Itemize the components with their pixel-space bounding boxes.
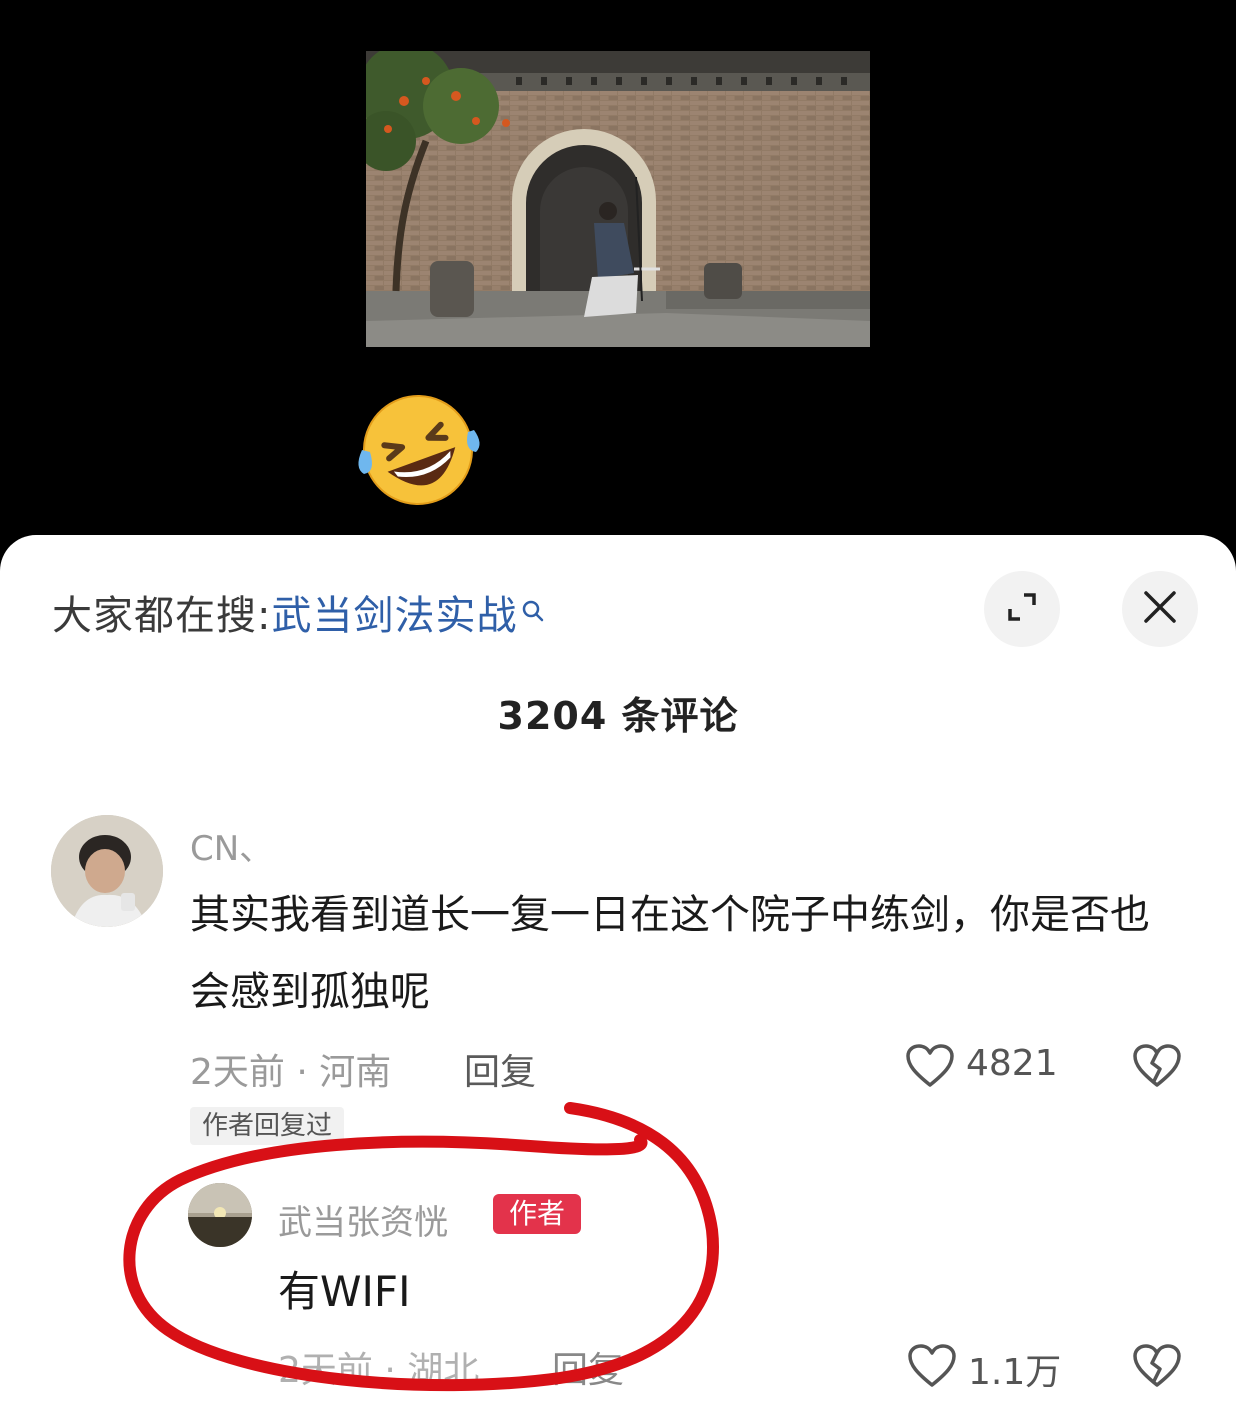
reply-button[interactable]: 回复 [464, 1043, 536, 1095]
avatar[interactable] [51, 815, 163, 927]
comment-username[interactable]: CN、 [190, 821, 273, 870]
author-badge: 作者 [493, 1194, 581, 1234]
like-count: 4821 [966, 1043, 1058, 1084]
reply-meta: 2天前 · 湖北 [278, 1350, 480, 1391]
reply-username[interactable]: 武当张资恍 [278, 1195, 448, 1244]
close-button[interactable] [1122, 571, 1198, 647]
reply-button[interactable]: 回复 [552, 1341, 624, 1393]
search-icon [521, 587, 545, 633]
rolling-on-floor-laughing-emoji [352, 390, 484, 510]
comment-text: 其实我看到道长一复一日在这个院子中练剑，你是否也会感到孤独呢 [190, 892, 1150, 1015]
expand-button[interactable] [984, 571, 1060, 647]
heart-icon[interactable] [905, 1043, 955, 1093]
video-frame[interactable] [366, 51, 870, 347]
hot-search-keyword[interactable]: 武当剑法实战 [271, 593, 517, 639]
close-icon [1142, 589, 1178, 629]
hot-search-prefix: 大家都在搜: [52, 593, 272, 639]
broken-heart-icon[interactable] [1132, 1043, 1182, 1093]
expand-icon [1004, 589, 1040, 629]
hot-search-bar[interactable]: 大家都在搜:武当剑法实战 [52, 583, 545, 641]
video-still-courtyard [366, 51, 870, 347]
comment-count: 3204 条评论 [497, 694, 739, 738]
reply-text: 有WIFI [278, 1267, 411, 1316]
comment-sheet: 大家都在搜:武当剑法实战 3204 条评论 CN、 其实我看到道长一复一日在这个… [0, 535, 1236, 1423]
reply-avatar[interactable] [188, 1183, 252, 1247]
video-player[interactable] [0, 0, 1236, 560]
comment-meta: 2天前 · 河南 [190, 1052, 392, 1093]
author-replied-tag: 作者回复过 [190, 1107, 345, 1145]
like-count: 1.1万 [968, 1352, 1062, 1393]
heart-icon[interactable] [907, 1343, 957, 1393]
broken-heart-icon[interactable] [1132, 1343, 1182, 1393]
